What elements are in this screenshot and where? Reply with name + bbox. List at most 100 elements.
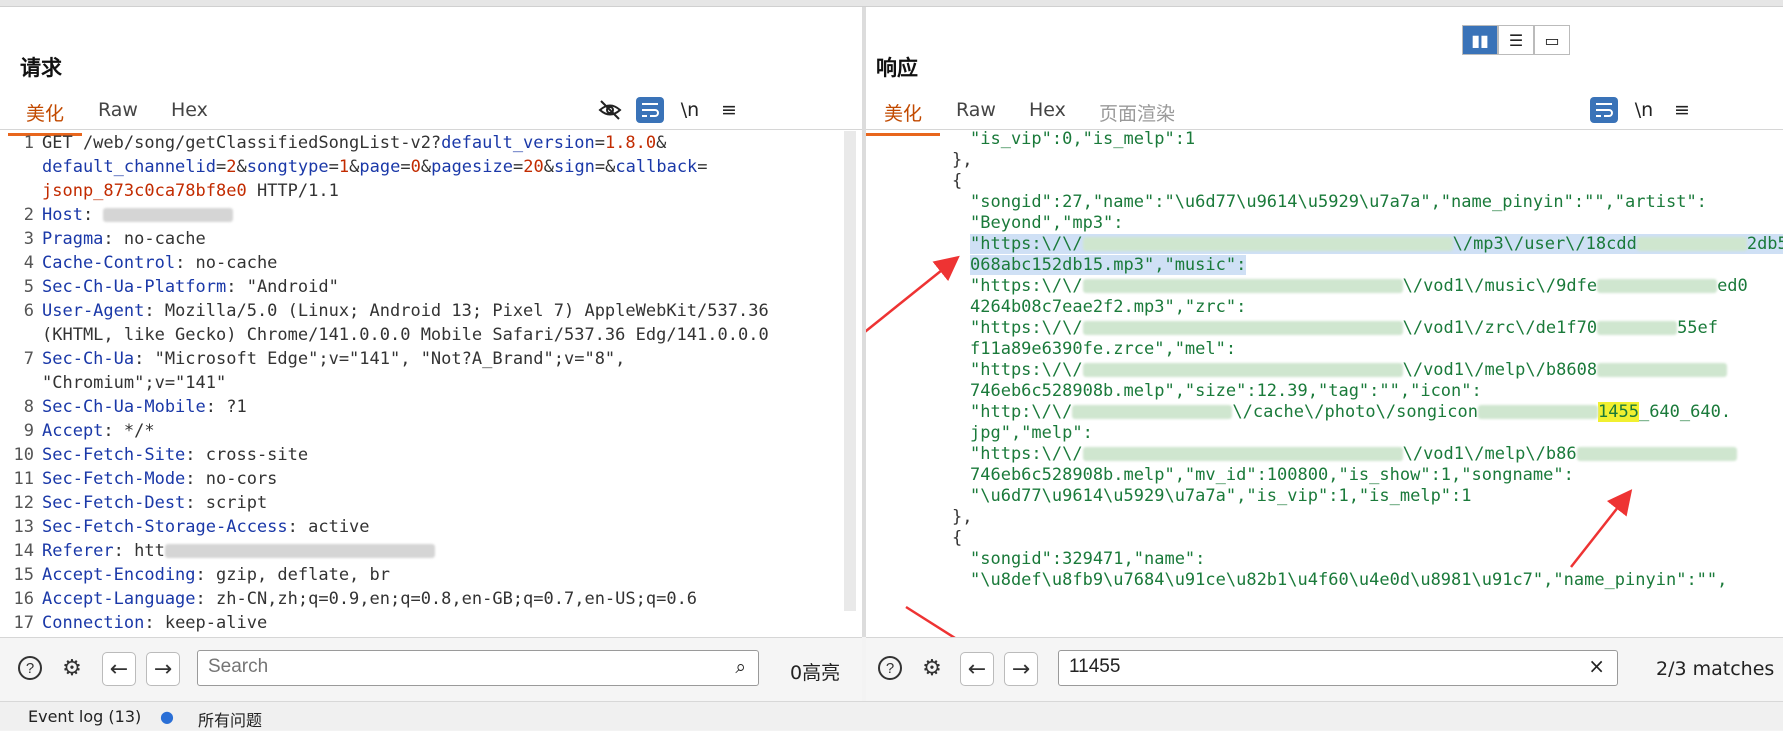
token: : script <box>185 493 268 513</box>
request-pane: 请求 美化 Raw Hex \n ≡ 1 GET /web/song/getCla… <box>0 7 862 637</box>
line-text: Accept-Language: zh-CN,zh;q=0.9,en;q=0.8… <box>42 587 697 611</box>
annotation-arrows <box>866 255 1633 637</box>
token: Accept-Encoding <box>42 565 196 585</box>
token: Sec-Fetch-Site <box>42 445 186 465</box>
token: 2 <box>226 157 237 177</box>
line-text: Sec-Fetch-Site: cross-site <box>42 443 308 467</box>
tab-pretty[interactable]: 美化 <box>7 99 83 136</box>
help-icon[interactable]: ? <box>14 652 46 684</box>
token: Cache-Control <box>42 253 176 273</box>
wrap-lines-icon[interactable] <box>636 97 664 123</box>
token: Sec-Ch-Ua-Platform <box>42 277 227 297</box>
token: default_channelid <box>42 157 216 177</box>
tab-raw[interactable]: Raw <box>98 99 138 121</box>
token: = <box>512 157 524 177</box>
line-number: 5 <box>23 277 34 297</box>
line-text: Referer: htt <box>42 539 435 563</box>
request-editor[interactable]: 1 GET /web/song/getClassifiedSongList-v2?… <box>0 131 862 637</box>
clear-icon[interactable]: × <box>1588 654 1605 678</box>
token: Sec-Ch-Ua-Mobile <box>42 397 206 417</box>
token: "Chromium";v="141" <box>42 373 227 393</box>
line-text: Connection: keep-alive <box>42 611 267 635</box>
request-line: 2 Host: <box>0 203 862 227</box>
token: : zh-CN,zh;q=0.9,en;q=0.8,en-GB;q=0.7,en… <box>195 589 698 609</box>
line-number: 13 <box>13 517 34 537</box>
event-log-link[interactable]: Event log (13) <box>28 707 141 726</box>
gear-icon[interactable]: ⚙ <box>56 652 88 684</box>
line-text: User-Agent: Mozilla/5.0 (Linux; Android … <box>42 299 769 323</box>
request-line: 16 Accept-Language: zh-CN,zh;q=0.9,en;q=0… <box>0 587 862 611</box>
newline-toggle-icon[interactable]: \n <box>676 97 704 123</box>
token: : Mozilla/5.0 (Linux; Android 13; Pixel … <box>144 301 769 321</box>
token: =& <box>594 157 616 177</box>
hide-eye-icon[interactable] <box>596 97 624 123</box>
request-search-input[interactable] <box>198 651 700 683</box>
request-line: 3 Pragma: no-cache <box>0 227 862 251</box>
token: & <box>420 157 432 177</box>
line-text: jsonp_873c0ca78bf8e0 HTTP/1.1 <box>42 179 339 203</box>
menu-icon[interactable]: ≡ <box>715 97 743 123</box>
request-search-field[interactable]: ⌕ <box>197 650 759 686</box>
response-search-input[interactable] <box>1059 651 1559 683</box>
line-number: 7 <box>23 349 34 369</box>
arrow-left-icon[interactable]: ← <box>960 652 994 686</box>
help-icon[interactable]: ? <box>874 652 906 684</box>
response-pane: 响应 ▮▮ ☰ ▭ 美化 Raw Hex 页面渲染 \n ≡ "is_vip":… <box>866 7 1783 637</box>
token: = <box>328 157 339 177</box>
line-number: 17 <box>13 613 34 633</box>
token: User-Agent <box>42 301 145 321</box>
request-line: "Chromium";v="141" <box>0 371 862 395</box>
request-line: 7 Sec-Ch-Ua: "Microsoft Edge";v="141", "N… <box>0 347 862 371</box>
token: : ?1 <box>205 397 247 417</box>
window-top-strip <box>0 0 1783 7</box>
request-line: jsonp_873c0ca78bf8e0 HTTP/1.1 <box>0 179 862 203</box>
request-line: 5 Sec-Ch-Ua-Platform: "Android" <box>0 275 862 299</box>
bottom-status-bar: Event log (13) ● 所有问题 <box>0 701 1783 730</box>
request-line: 13 Sec-Fetch-Storage-Access: active <box>0 515 862 539</box>
all-issues-link[interactable]: 所有问题 <box>198 707 262 731</box>
line-number: 2 <box>23 205 34 225</box>
line-text: Sec-Ch-Ua-Mobile: ?1 <box>42 395 247 419</box>
request-line: 9 Accept: */* <box>0 419 862 443</box>
token: = <box>216 157 227 177</box>
line-text: Sec-Ch-Ua-Platform: "Android" <box>42 275 339 299</box>
token: GET /web/song/getClassifiedSongList-v2? <box>42 133 442 153</box>
token: Host <box>42 205 83 225</box>
arrow-right-icon[interactable]: → <box>146 652 180 686</box>
token: & <box>656 133 667 153</box>
search-icon[interactable]: ⌕ <box>735 656 746 678</box>
token: jsonp_873c0ca78bf8e0 <box>42 181 247 201</box>
redacted-value <box>164 544 435 558</box>
token: & <box>349 157 360 177</box>
arrow-left-icon[interactable]: ← <box>102 652 136 686</box>
request-line: 10 Sec-Fetch-Site: cross-site <box>0 443 862 467</box>
request-scrollbar[interactable] <box>844 131 856 611</box>
svg-text:?: ? <box>26 660 34 677</box>
arrow-to-mp3 <box>866 255 960 333</box>
arrow-right-icon[interactable]: → <box>1004 652 1038 686</box>
request-line: 8 Sec-Ch-Ua-Mobile: ?1 <box>0 395 862 419</box>
token: = <box>594 133 605 153</box>
token: Connection <box>42 613 145 633</box>
line-text: Sec-Fetch-Mode: no-cors <box>42 467 277 491</box>
token: : */* <box>103 421 155 441</box>
line-text: Host: <box>42 203 234 227</box>
response-search-field[interactable]: × <box>1058 650 1618 686</box>
line-text: Sec-Fetch-Dest: script <box>42 491 267 515</box>
token: Pragma <box>42 229 104 249</box>
token: : no-cache <box>175 253 278 273</box>
gear-icon[interactable]: ⚙ <box>916 652 948 684</box>
line-text: Pragma: no-cache <box>42 227 206 251</box>
token: callback <box>615 157 698 177</box>
token: Sec-Ch-Ua <box>42 349 135 369</box>
tab-hex[interactable]: Hex <box>171 99 208 121</box>
line-text: Accept: */* <box>42 419 155 443</box>
request-line: 14 Referer: htt <box>0 539 862 563</box>
line-number: 15 <box>13 565 34 585</box>
line-number: 12 <box>13 493 34 513</box>
line-text: Accept-Encoding: gzip, deflate, br <box>42 563 390 587</box>
token: : no-cache <box>103 229 206 249</box>
token: : gzip, deflate, br <box>195 565 390 585</box>
request-line: 4 Cache-Control: no-cache <box>0 251 862 275</box>
arrow-to-match <box>1570 489 1633 568</box>
